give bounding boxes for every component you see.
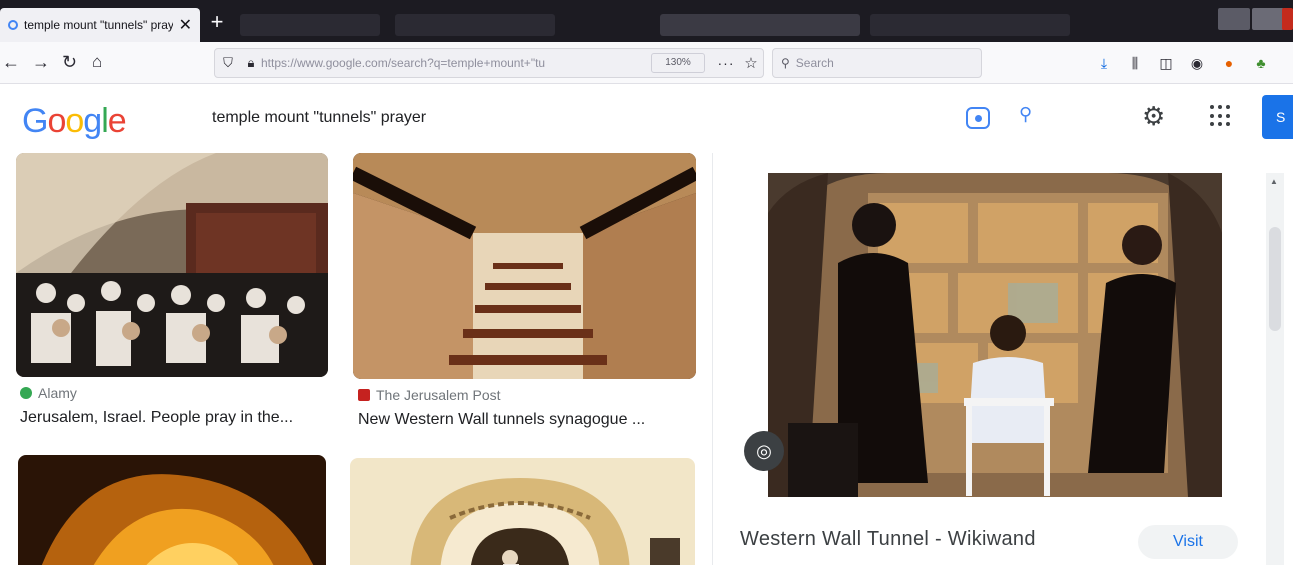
- camera-lens-icon[interactable]: [966, 107, 990, 129]
- search-placeholder: Search: [795, 56, 834, 70]
- extension-icon[interactable]: ♣: [1250, 52, 1272, 74]
- pane-divider: [712, 153, 713, 565]
- logo-letter: e: [107, 102, 127, 140]
- background-tab[interactable]: [870, 14, 1070, 36]
- result-thumbnail[interactable]: [350, 458, 695, 565]
- zoom-level[interactable]: 130%: [651, 53, 705, 73]
- logo-letter: o: [47, 102, 66, 140]
- jerusalem-post-favicon-icon: [358, 389, 370, 401]
- result-title[interactable]: Jerusalem, Israel. People pray in the...: [20, 409, 293, 427]
- result-title[interactable]: New Western Wall tunnels synagogue ...: [358, 411, 645, 429]
- search-inside-image-icon[interactable]: ◎: [744, 431, 784, 471]
- sign-in-button[interactable]: S: [1262, 95, 1293, 139]
- result-source[interactable]: Alamy: [20, 385, 77, 401]
- settings-gear-icon[interactable]: ⚙: [1142, 101, 1165, 132]
- tab-title: temple mount "tunnels" prayer: [24, 18, 173, 32]
- result-thumbnail[interactable]: [16, 153, 328, 377]
- logo-letter: o: [65, 102, 84, 140]
- logo-letter: G: [22, 102, 48, 140]
- search-query-input[interactable]: temple mount "tunnels" prayer: [212, 109, 426, 127]
- google-apps-icon[interactable]: [1210, 105, 1232, 127]
- lock-icon[interactable]: 🔒︎: [241, 55, 261, 71]
- preview-scrollbar[interactable]: ▲: [1266, 173, 1284, 565]
- sidebar-icon[interactable]: ◫: [1155, 52, 1177, 74]
- page-actions-icon[interactable]: ···: [713, 55, 739, 71]
- scroll-thumb[interactable]: [1269, 227, 1281, 331]
- new-tab-button[interactable]: +: [206, 11, 228, 34]
- maximize-button[interactable]: [1252, 8, 1284, 30]
- search-icon: ⚲: [781, 56, 790, 70]
- home-icon[interactable]: ⌂: [92, 50, 102, 74]
- logo-letter: g: [83, 102, 102, 140]
- reload-icon[interactable]: ↻: [62, 50, 77, 74]
- result-source[interactable]: The Jerusalem Post: [358, 387, 501, 403]
- scroll-up-icon[interactable]: ▲: [1270, 177, 1278, 186]
- download-icon[interactable]: ⤓: [1093, 52, 1115, 74]
- background-tab[interactable]: [660, 14, 860, 36]
- address-bar[interactable]: ⛉ 🔒︎ https://www.google.com/search?q=tem…: [214, 48, 764, 78]
- browser-toolbar: ← → ↻ ⌂ ⛉ 🔒︎ https://www.google.com/sear…: [0, 42, 1293, 84]
- forward-icon[interactable]: →: [32, 50, 50, 74]
- visit-button[interactable]: Visit: [1138, 525, 1238, 559]
- extension-icon[interactable]: ●: [1218, 52, 1240, 74]
- result-thumbnail[interactable]: [18, 455, 326, 565]
- image-results: Alamy Jerusalem, Israel. People pray in …: [0, 153, 1293, 565]
- browser-search-box[interactable]: ⚲ Search: [772, 48, 982, 78]
- google-header: Google temple mount "tunnels" prayer ⚲ ⚙…: [0, 85, 1293, 153]
- close-window-button[interactable]: [1282, 8, 1293, 30]
- search-icon[interactable]: ⚲: [1019, 104, 1032, 125]
- browser-tab-bar: temple mount "tunnels" prayer ✕ +: [0, 0, 1293, 42]
- url-text[interactable]: https://www.google.com/search?q=temple+m…: [261, 56, 651, 70]
- google-favicon-icon: [8, 20, 18, 30]
- account-icon[interactable]: ◉: [1186, 52, 1208, 74]
- shield-icon[interactable]: ⛉: [215, 55, 241, 71]
- result-source-label: The Jerusalem Post: [376, 387, 501, 403]
- alamy-favicon-icon: [20, 387, 32, 399]
- background-tab[interactable]: [240, 14, 380, 36]
- library-icon[interactable]: ⫼: [1124, 52, 1146, 74]
- result-thumbnail[interactable]: [353, 153, 696, 379]
- back-icon[interactable]: ←: [2, 50, 20, 74]
- result-source-label: Alamy: [38, 385, 77, 401]
- background-tab[interactable]: [395, 14, 555, 36]
- close-tab-icon[interactable]: ✕: [179, 15, 192, 35]
- google-logo[interactable]: Google: [22, 102, 127, 141]
- minimize-button[interactable]: [1218, 8, 1250, 30]
- browser-tab[interactable]: temple mount "tunnels" prayer ✕: [0, 8, 200, 42]
- preview-title[interactable]: Western Wall Tunnel - Wikiwand: [740, 528, 1036, 551]
- bookmark-star-icon[interactable]: ☆: [739, 54, 763, 72]
- preview-image[interactable]: [768, 173, 1222, 497]
